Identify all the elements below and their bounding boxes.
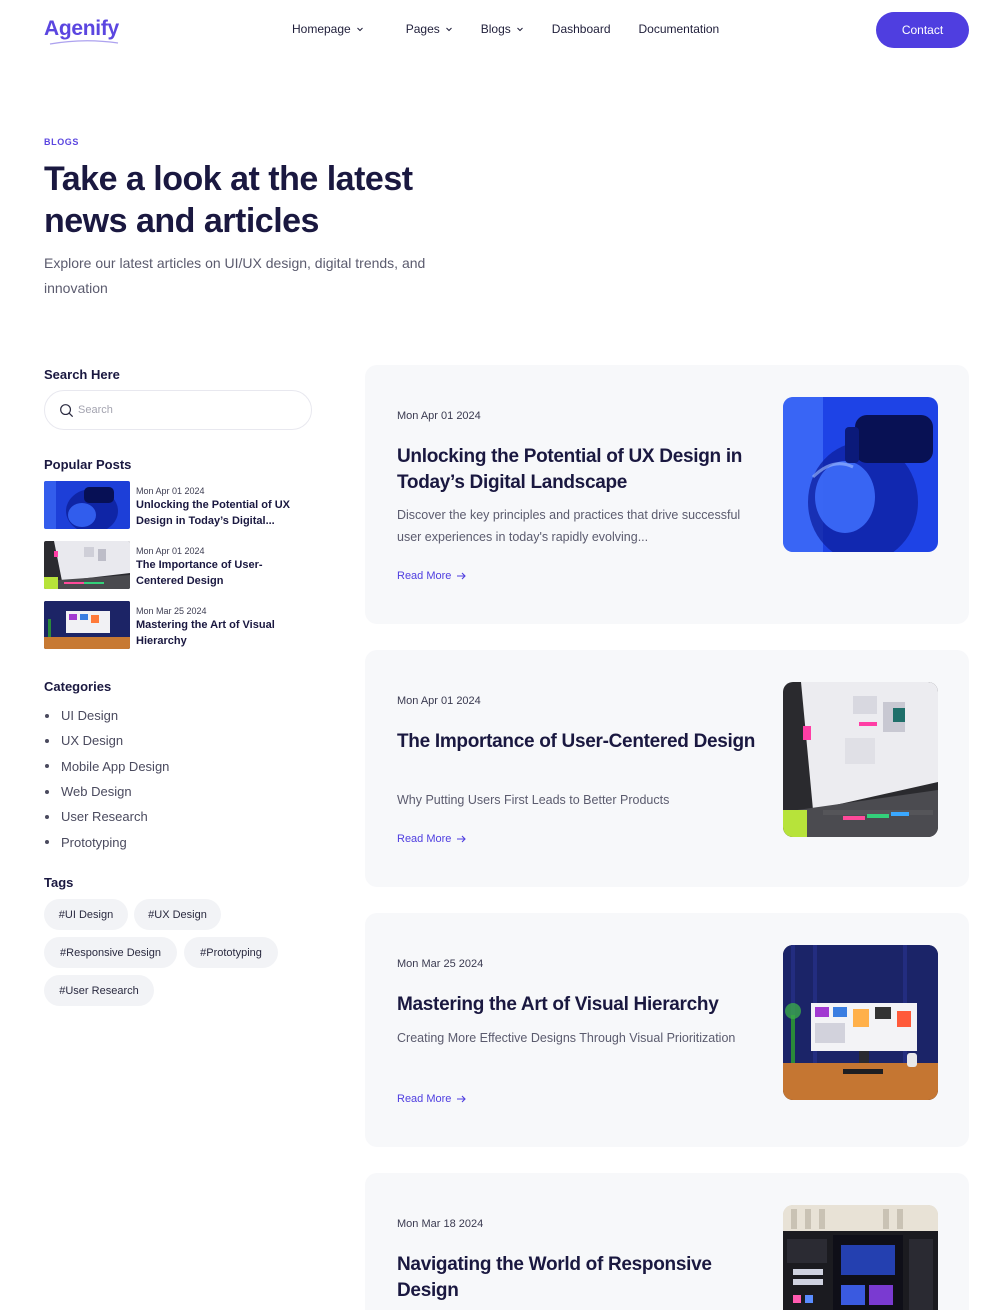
read-more-label: Read More: [397, 833, 452, 845]
logo-swoosh-icon: [49, 40, 119, 45]
nav-item-label: Blogs: [480, 22, 511, 36]
category-item[interactable]: Web Design: [44, 779, 169, 804]
arrow-right-icon: [457, 835, 467, 843]
design-tool-screen-icon[interactable]: [783, 1205, 938, 1310]
post-description: Creating More Effective Designs Through …: [397, 1031, 736, 1045]
laptop-design-icon[interactable]: [783, 682, 938, 837]
tag-chip[interactable]: #Responsive Design: [44, 937, 177, 968]
tag-chip[interactable]: #Prototyping: [184, 937, 278, 968]
nav-item-label: Documentation: [638, 22, 720, 36]
post-date: Mon Mar 25 2024: [136, 606, 207, 616]
category-label: UI Design: [61, 708, 119, 724]
read-more-label: Read More: [397, 1093, 452, 1105]
search-heading: Search Here: [44, 367, 120, 382]
category-label: Mobile App Design: [61, 758, 170, 774]
bullet-icon: [45, 738, 49, 743]
category-item[interactable]: Mobile App Design: [44, 754, 169, 779]
post-card: Mon Apr 01 2024 The Importance of User-C…: [365, 650, 969, 887]
post-title[interactable]: The Importance of User-Centered Design: [397, 729, 757, 755]
search-field[interactable]: [44, 390, 312, 430]
read-more-link[interactable]: Read More: [397, 1093, 467, 1105]
category-item[interactable]: User Research: [44, 804, 169, 829]
tag-chip[interactable]: #User Research: [44, 975, 154, 1006]
nav-item-label: Homepage: [292, 22, 351, 36]
post-date: Mon Apr 01 2024: [397, 410, 481, 422]
post-date: Mon Apr 01 2024: [397, 695, 481, 707]
nav-item-label: Pages: [405, 22, 440, 36]
tag-chip[interactable]: #UI Design: [44, 899, 128, 930]
category-item[interactable]: UX Design: [44, 728, 169, 753]
post-description: Why Putting Users First Leads to Better …: [397, 793, 670, 807]
section-eyebrow: BLOGS: [44, 137, 80, 147]
post-title[interactable]: Mastering the Art of Visual Hierarchy: [397, 992, 757, 1018]
bullet-icon: [45, 764, 49, 769]
post-card: Mon Apr 01 2024 Unlocking the Potential …: [365, 365, 969, 624]
post-title[interactable]: Unlocking the Potential of UX Design in …: [397, 444, 757, 496]
category-label: Web Design: [61, 784, 132, 800]
post-date: Mon Apr 01 2024: [136, 546, 205, 556]
bullet-icon: [45, 840, 49, 845]
main-menu: Homepage Pages Blogs Dashboard Documenta…: [292, 22, 747, 36]
post-date: Mon Mar 25 2024: [397, 958, 484, 970]
post-card: Mon Mar 25 2024 Mastering the Art of Vis…: [365, 913, 969, 1147]
desk-monitor-icon: [44, 601, 130, 649]
bullet-icon: [45, 814, 49, 819]
category-item[interactable]: UI Design: [44, 703, 169, 728]
search-input[interactable]: [78, 404, 278, 416]
page-subtitle: Explore our latest articles on UI/UX des…: [44, 255, 426, 296]
nav-item-homepage[interactable]: Homepage: [292, 22, 364, 36]
vr-headset-blue-icon[interactable]: [783, 397, 938, 552]
page-title: Take a look at the latest news and artic…: [44, 160, 413, 240]
post-title[interactable]: Mastering the Art of Visual Hierarchy: [136, 617, 306, 649]
desk-monitor-icon[interactable]: [783, 945, 938, 1100]
chevron-down-icon: [445, 27, 452, 32]
read-more-link[interactable]: Read More: [397, 833, 467, 845]
read-more-link[interactable]: Read More: [397, 570, 467, 582]
category-label: Prototyping: [61, 834, 127, 850]
tag-chip[interactable]: #UX Design: [134, 899, 221, 930]
categories-heading: Categories: [44, 679, 112, 694]
bullet-icon: [45, 713, 49, 718]
category-label: UX Design: [61, 733, 124, 749]
category-label: User Research: [61, 809, 148, 825]
post-title[interactable]: Navigating the World of Responsive Desig…: [397, 1252, 757, 1304]
post-date: Mon Mar 18 2024: [397, 1218, 484, 1230]
read-more-label: Read More: [397, 570, 452, 582]
post-description: Discover the key principles and practice…: [397, 508, 741, 544]
post-title[interactable]: Unlocking the Potential of UX Design in …: [136, 497, 306, 529]
category-item[interactable]: Prototyping: [44, 829, 169, 854]
popular-post[interactable]: Mon Apr 01 2024 Unlocking the Potential …: [44, 481, 314, 529]
popular-post[interactable]: Mon Apr 01 2024 The Importance of User-C…: [44, 541, 314, 589]
top-navigation: Agenify Homepage Pages Blogs Dashboard D…: [0, 0, 1000, 62]
chevron-down-icon: [516, 27, 523, 32]
nav-item-dashboard[interactable]: Dashboard: [552, 22, 611, 36]
nav-item-pages[interactable]: Pages: [406, 22, 453, 36]
post-date: Mon Apr 01 2024: [136, 486, 205, 496]
laptop-design-icon: [44, 541, 130, 589]
contact-button[interactable]: Contact: [876, 12, 969, 48]
categories-list: UI Design UX Design Mobile App Design We…: [44, 703, 169, 855]
popular-post[interactable]: Mon Mar 25 2024 Mastering the Art of Vis…: [44, 601, 314, 649]
nav-item-label: Dashboard: [551, 22, 611, 36]
post-title[interactable]: The Importance of User-Centered Design: [136, 557, 306, 589]
chevron-down-icon: [356, 27, 363, 32]
nav-item-blogs[interactable]: Blogs: [481, 22, 524, 36]
popular-posts-heading: Popular Posts: [44, 457, 132, 472]
bullet-icon: [45, 789, 49, 794]
tags-heading: Tags: [44, 875, 74, 890]
nav-item-documentation[interactable]: Documentation: [639, 22, 720, 36]
arrow-right-icon: [457, 572, 467, 580]
post-card: Mon Mar 18 2024 Navigating the World of …: [365, 1173, 969, 1310]
arrow-right-icon: [457, 1095, 467, 1103]
search-icon: [60, 403, 73, 417]
vr-headset-blue-icon: [44, 481, 130, 529]
